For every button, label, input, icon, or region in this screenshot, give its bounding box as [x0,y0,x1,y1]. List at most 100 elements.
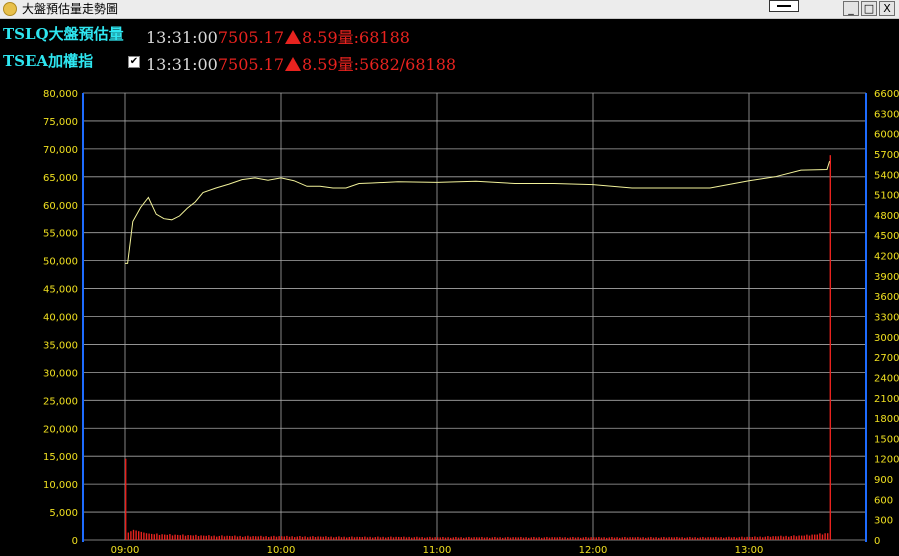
volume-bar [247,535,249,540]
volume-bar [637,536,639,540]
y-left-tick-label: 0 [72,536,78,547]
volume-bar [764,536,766,540]
y-right-tick-label: 6000 [874,130,899,141]
volume-bar [673,537,675,540]
volume-bar [421,537,423,540]
volume-bar [509,537,512,540]
volume-bar [634,537,636,540]
volume-bar [574,537,577,540]
volume-bar [697,537,699,540]
volume-bar [468,536,470,540]
volume-bar [580,537,582,540]
volume-bar [127,532,129,540]
volume-bar [398,536,400,540]
y-right-tick-label: 4500 [874,231,899,242]
volume-bar [182,534,184,540]
volume-bar [411,537,413,540]
volume-bar [650,536,652,540]
volume-bar [213,535,215,540]
y-left-tick-label: 60,000 [43,201,78,212]
y-right-tick-label: 3600 [874,292,899,303]
y-left-tick-label: 70,000 [43,145,78,156]
y-right-tick-label: 4800 [874,211,899,222]
volume-bar [143,532,145,540]
volume-bar [759,536,761,540]
volume-bar [221,535,223,540]
volume-bar [291,536,293,540]
volume-bar [281,536,283,540]
volume-bar [704,537,707,540]
volume-bar [720,537,722,540]
volume-bar [777,536,779,540]
volume-bar [426,537,428,540]
volume-bar [195,534,197,540]
volume-bar [130,531,132,540]
trend-chart: 0 5,000 10,000 15,000 20,000 25,000 30,000 35,0… [43,89,899,556]
volume-bar [645,537,647,540]
volume-bar [385,537,387,540]
volume-bar [392,537,395,540]
volume-bar [785,535,787,540]
volume-bar [772,536,774,540]
x-tick-label: 10:00 [267,545,296,556]
volume-bar [496,537,499,540]
volume-bar [782,536,785,540]
x-tick-label: 09:00 [111,545,140,556]
volume-bar [572,536,574,540]
volume-bar [351,536,353,540]
volume-bar [611,536,613,540]
y-right-tick-label: 5400 [874,170,899,181]
volume-bar [156,533,158,540]
volume-bar [806,534,808,540]
y-left-tick-label: 15,000 [43,452,78,463]
volume-bar [307,537,309,540]
volume-bar [135,530,137,540]
y-left-tick-label: 40,000 [43,313,78,324]
y-left-tick-label: 5,000 [49,508,78,519]
volume-bar [824,533,826,540]
volume-bar [603,537,605,540]
volume-bar [158,534,161,540]
volume-bar [268,537,270,540]
volume-bar [808,535,811,540]
volume-bar [543,537,545,540]
volume-bar [814,534,816,540]
volume-bar [314,536,317,540]
volume-bar [151,533,153,540]
volume-bar [512,537,514,540]
volume-bar [460,537,462,540]
volume-bar [499,537,501,540]
volume-bar [327,537,330,540]
volume-bar [322,536,324,540]
volume-bar [733,536,735,540]
volume-bar [660,537,662,540]
volume-bar [270,536,272,540]
volume-bar [600,537,603,540]
volume-bar [821,534,824,540]
volume-bar [418,537,421,540]
volume-bar [439,537,441,540]
volume-bar [790,536,792,540]
volume-bar [658,537,660,540]
volume-bar [252,536,254,540]
volume-bar [691,537,694,540]
volume-bar [564,537,566,540]
volume-bar [621,537,623,540]
volume-bar [416,536,418,540]
volume-bar [390,536,392,540]
volume-bar [710,537,712,540]
volume-bar [730,537,733,540]
volume-bar [184,535,187,540]
volume-bar [236,536,239,540]
volume-bar [161,534,163,540]
volume-bar [148,533,150,540]
volume-bar [145,533,148,540]
y-left-tick-label: 65,000 [43,173,78,184]
volume-bar [317,536,319,540]
volume-bar [333,537,335,540]
volume-bar [613,537,616,540]
volume-bar [153,534,155,540]
y-right-tick-label: 6300 [874,109,899,120]
volume-bar [525,537,527,540]
volume-bar [395,536,397,540]
